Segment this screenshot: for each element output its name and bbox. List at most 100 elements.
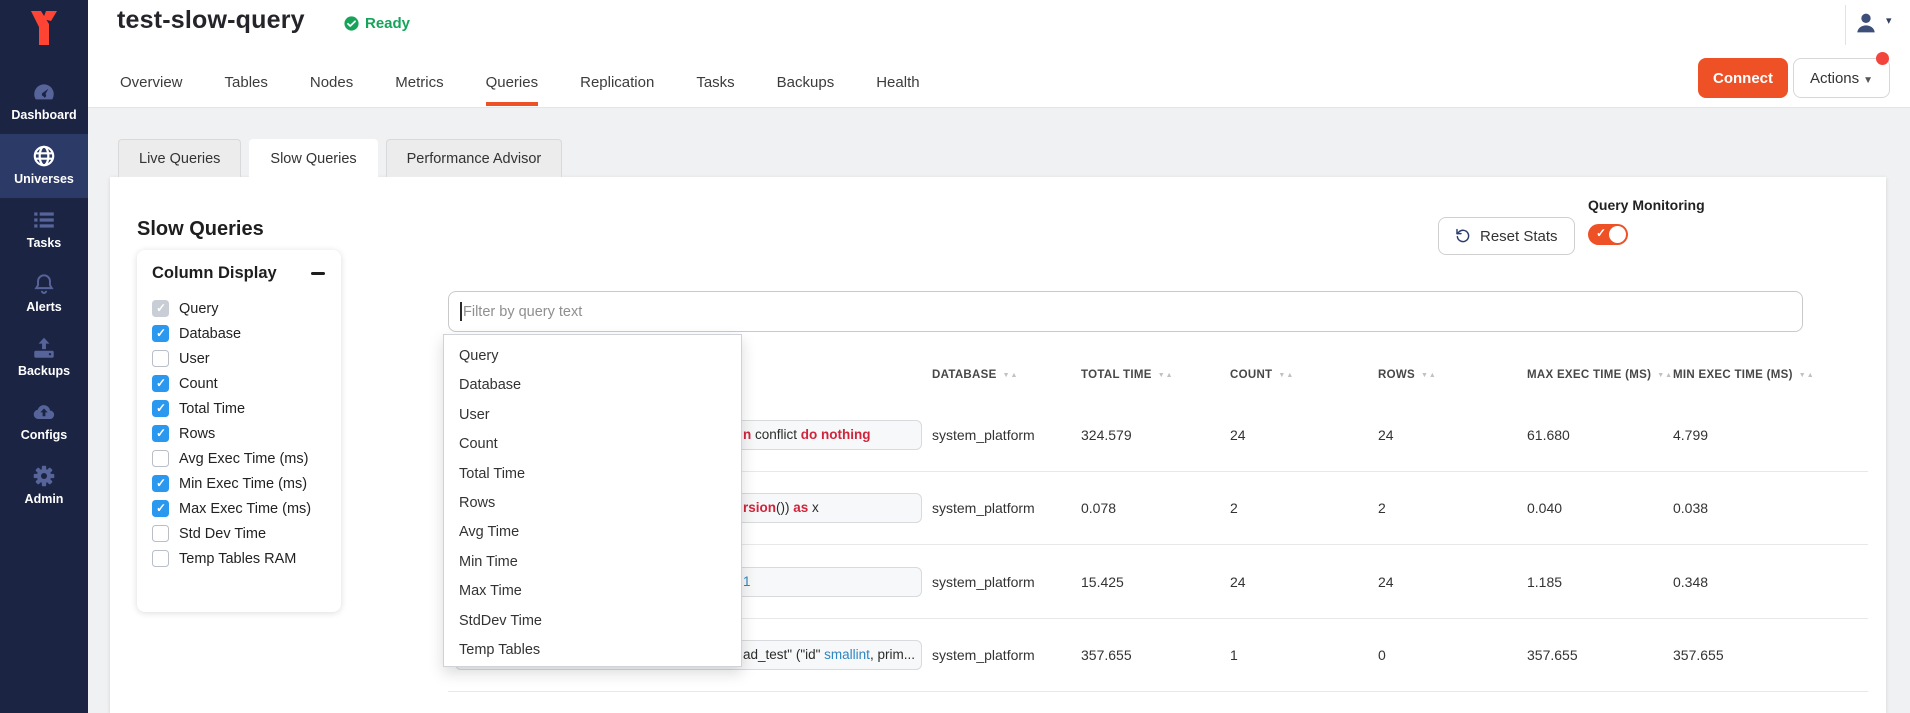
tab-overview[interactable]: Overview	[120, 60, 183, 108]
cell-database: system_platform	[932, 427, 1035, 443]
filter-option-user[interactable]: User	[444, 401, 741, 430]
query-filter-input[interactable]	[448, 291, 1803, 332]
sort-icons: ▼▲	[1799, 372, 1815, 379]
column-option-user[interactable]: User	[152, 346, 326, 371]
filter-option-min-time[interactable]: Min Time	[444, 548, 741, 577]
cell-rows: 24	[1378, 574, 1394, 590]
filter-option-rows[interactable]: Rows	[444, 489, 741, 518]
filter-option-max-time[interactable]: Max Time	[444, 577, 741, 606]
column-option-total-time[interactable]: Total Time	[152, 396, 326, 421]
tab-replication[interactable]: Replication	[580, 60, 654, 108]
sort-icons: ▼▲	[1278, 372, 1294, 379]
collapse-minus-icon[interactable]	[310, 266, 326, 282]
yugabyte-logo-icon[interactable]	[24, 8, 64, 48]
reset-icon	[1455, 228, 1471, 244]
column-display-title: Column Display	[152, 264, 277, 283]
connect-button[interactable]: Connect	[1698, 58, 1788, 98]
sidebar-item-universes[interactable]: Universes	[0, 134, 88, 198]
divider	[1845, 5, 1846, 45]
column-option-temp-tables-ram[interactable]: Temp Tables RAM	[152, 546, 326, 571]
sort-icons: ▼▲	[1657, 372, 1673, 379]
section-heading: Slow Queries	[137, 218, 264, 241]
column-header-database[interactable]: DATABASE▼▲	[932, 369, 1018, 381]
sidebar-item-label: Alerts	[0, 300, 88, 314]
column-option-min-exec-time-ms[interactable]: Min Exec Time (ms)	[152, 471, 326, 496]
column-header-total-time[interactable]: TOTAL TIME▼▲	[1081, 369, 1174, 381]
status-badge: Ready	[343, 15, 410, 32]
filter-option-temp-tables[interactable]: Temp Tables	[444, 636, 741, 665]
tab-metrics[interactable]: Metrics	[395, 60, 443, 108]
cell-max-exec-time-ms: 61.680	[1527, 427, 1570, 443]
subtab-slow-queries[interactable]: Slow Queries	[249, 139, 377, 179]
filter-option-avg-time[interactable]: Avg Time	[444, 518, 741, 547]
column-option-avg-exec-time-ms[interactable]: Avg Exec Time (ms)	[152, 446, 326, 471]
column-option-std-dev-time[interactable]: Std Dev Time	[152, 521, 326, 546]
column-option-count[interactable]: Count	[152, 371, 326, 396]
dashboard-icon	[31, 79, 57, 105]
tab-tables[interactable]: Tables	[225, 60, 268, 108]
filter-option-database[interactable]: Database	[444, 371, 741, 400]
configs-icon	[31, 399, 57, 425]
column-header-rows[interactable]: ROWS▼▲	[1378, 369, 1437, 381]
column-header-min-exec-time-ms[interactable]: MIN EXEC TIME (MS)▼▲	[1673, 369, 1815, 381]
cell-total-time: 0.078	[1081, 500, 1116, 516]
user-avatar[interactable]	[1852, 9, 1880, 37]
sidebar-item-tasks[interactable]: Tasks	[0, 198, 88, 262]
sidebar-item-configs[interactable]: Configs	[0, 390, 88, 454]
chevron-down-icon: ▼	[1863, 75, 1873, 86]
cell-total-time: 15.425	[1081, 574, 1124, 590]
toggle-knob	[1609, 226, 1626, 243]
query-token: conflict	[755, 427, 801, 442]
cell-max-exec-time-ms: 0.040	[1527, 500, 1562, 516]
page-title: test-slow-query	[117, 6, 305, 35]
tab-queries[interactable]: Queries	[486, 60, 539, 108]
sidebar-item-admin[interactable]: Admin	[0, 454, 88, 518]
query-token: as	[793, 500, 808, 515]
reset-stats-button[interactable]: Reset Stats	[1438, 217, 1575, 255]
tab-health[interactable]: Health	[876, 60, 919, 108]
checkbox-checked-icon	[152, 300, 169, 317]
tab-nodes[interactable]: Nodes	[310, 60, 353, 108]
person-icon	[1852, 9, 1880, 37]
universe-header: test-slow-query Ready ▾ Overview Tables No…	[88, 0, 1910, 108]
column-option-rows[interactable]: Rows	[152, 421, 326, 446]
filter-option-stddev-time[interactable]: StdDev Time	[444, 607, 741, 636]
sort-icons: ▼▲	[1421, 372, 1437, 379]
column-option-query[interactable]: Query	[152, 296, 326, 321]
column-header-max-exec-time-ms[interactable]: MAX EXEC TIME (MS)▼▲	[1527, 369, 1673, 381]
query-token: ad_test" ("id"	[743, 647, 824, 662]
subtab-performance-advisor[interactable]: Performance Advisor	[386, 139, 563, 177]
tab-backups[interactable]: Backups	[777, 60, 835, 108]
checkbox-unchecked-icon	[152, 550, 169, 567]
subtab-live-queries[interactable]: Live Queries	[118, 139, 241, 177]
query-monitoring-label: Query Monitoring	[1588, 197, 1705, 213]
cell-count: 24	[1230, 574, 1246, 590]
universe-nav-tabs: Overview Tables Nodes Metrics Queries Replica…	[120, 60, 920, 108]
sidebar-item-label: Dashboard	[0, 108, 88, 122]
sidebar: Dashboard Universes Tasks Alerts BackupsConf…	[0, 0, 88, 713]
cell-max-exec-time-ms: 357.655	[1527, 647, 1578, 663]
tab-tasks[interactable]: Tasks	[696, 60, 734, 108]
filter-option-count[interactable]: Count	[444, 430, 741, 459]
query-token: smallint	[824, 647, 870, 662]
query-snippet-text: rsion()) as x	[743, 494, 819, 522]
column-header-count[interactable]: COUNT▼▲	[1230, 369, 1294, 381]
query-monitoring-toggle[interactable]: ✓	[1588, 224, 1628, 245]
cell-rows: 2	[1378, 500, 1386, 516]
sidebar-item-dashboard[interactable]: Dashboard	[0, 70, 88, 134]
column-option-database[interactable]: Database	[152, 321, 326, 346]
cell-database: system_platform	[932, 574, 1035, 590]
checkbox-checked-icon	[152, 500, 169, 517]
sidebar-item-backups[interactable]: Backups	[0, 326, 88, 390]
actions-button[interactable]: Actions▼	[1793, 58, 1890, 98]
checkbox-unchecked-icon	[152, 350, 169, 367]
filter-option-query[interactable]: Query	[444, 342, 741, 371]
sidebar-item-alerts[interactable]: Alerts	[0, 262, 88, 326]
cell-database: system_platform	[932, 647, 1035, 663]
cell-rows: 0	[1378, 647, 1386, 663]
text-caret	[460, 302, 462, 321]
column-option-max-exec-time-ms[interactable]: Max Exec Time (ms)	[152, 496, 326, 521]
user-menu-caret-icon[interactable]: ▾	[1886, 14, 1892, 27]
filter-option-total-time[interactable]: Total Time	[444, 460, 741, 489]
sidebar-item-label: Universes	[0, 172, 88, 186]
